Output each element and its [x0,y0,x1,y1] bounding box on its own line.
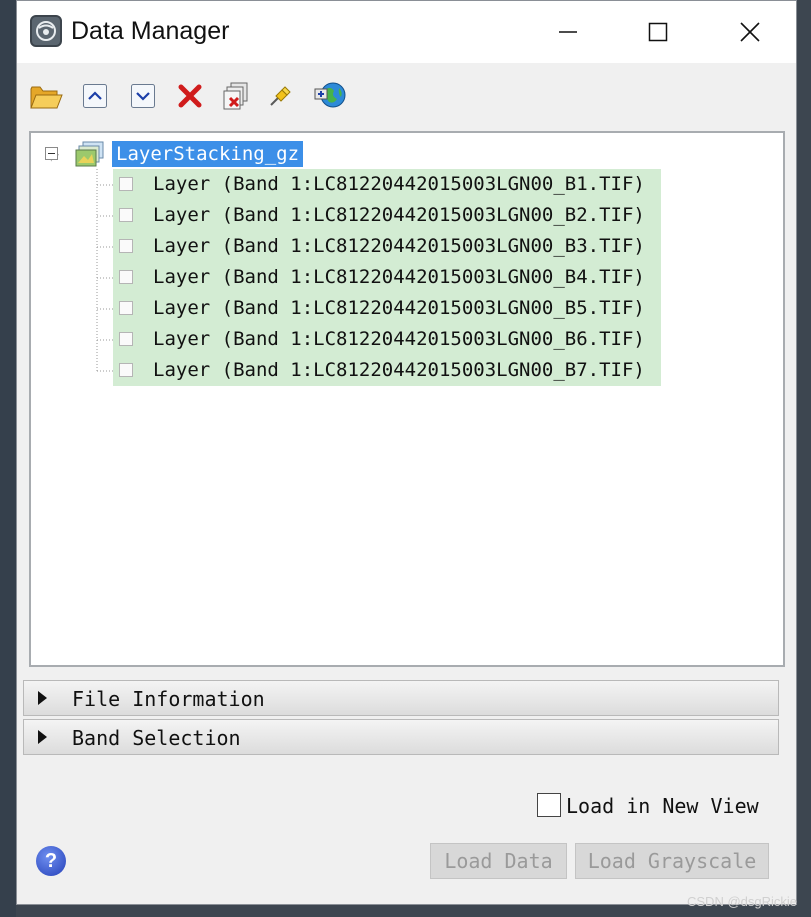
watermark-text: CSDN @dsgRickie [687,894,797,909]
file-information-section[interactable]: File Information [23,680,779,716]
minimize-icon [559,31,577,33]
band-selection-section[interactable]: Band Selection [23,719,779,755]
move-up-button[interactable] [78,79,112,113]
layer-checkbox[interactable] [119,363,133,377]
expand-arrow-icon [38,730,47,744]
layer-item[interactable]: Layer (Band 1:LC81220442015003LGN00_B7.T… [113,355,661,386]
layer-item[interactable]: Layer (Band 1:LC81220442015003LGN00_B6.T… [113,324,661,355]
desktop-background [0,0,16,917]
layer-label: Layer (Band 1:LC81220442015003LGN00_B4.T… [153,266,645,288]
expand-arrow-icon [38,691,47,705]
window-title: Data Manager [71,17,230,45]
load-in-new-view-label: Load in New View [566,794,759,818]
load-data-button[interactable]: Load Data [430,843,567,879]
pin-icon [270,86,291,106]
tree-root-label[interactable]: LayerStacking_gz [112,141,304,167]
new-view-button[interactable] [313,79,347,113]
section-label: Band Selection [72,726,241,750]
layer-checkbox[interactable] [119,239,133,253]
layer-tree-panel: LayerStacking_gz Layer (Band 1:LC8122044… [29,131,785,667]
load-grayscale-button[interactable]: Load Grayscale [575,843,769,879]
section-label: File Information [72,687,265,711]
layer-item[interactable]: Layer (Band 1:LC81220442015003LGN00_B5.T… [113,293,661,324]
layer-checkbox[interactable] [119,270,133,284]
open-folder-icon [30,86,63,109]
close-button[interactable] [719,11,781,53]
move-up-icon [83,84,107,108]
layer-label: Layer (Band 1:LC81220442015003LGN00_B3.T… [153,235,645,257]
close-all-icon [223,82,248,110]
close-all-button[interactable] [220,79,254,113]
maximize-button[interactable] [627,11,689,53]
minimize-button[interactable] [537,11,599,53]
open-file-button[interactable] [29,79,63,113]
load-in-new-view-checkbox[interactable] [537,793,561,817]
tree-connector-lines [50,153,117,372]
layer-label: Layer (Band 1:LC81220442015003LGN00_B1.T… [153,173,645,195]
maximize-icon [648,22,668,42]
new-view-globe-icon [314,82,346,108]
layer-item[interactable]: Layer (Band 1:LC81220442015003LGN00_B1.T… [113,169,661,200]
close-icon [740,22,760,42]
layer-checkbox[interactable] [119,208,133,222]
collapse-toggle[interactable] [45,147,58,160]
move-down-icon [131,84,155,108]
layer-item[interactable]: Layer (Band 1:LC81220442015003LGN00_B2.T… [113,200,661,231]
layer-item[interactable]: Layer (Band 1:LC81220442015003LGN00_B3.T… [113,231,661,262]
layer-label: Layer (Band 1:LC81220442015003LGN00_B7.T… [153,359,645,381]
help-icon[interactable]: ? [36,846,66,876]
layer-label: Layer (Band 1:LC81220442015003LGN00_B6.T… [153,328,645,350]
layer-item[interactable]: Layer (Band 1:LC81220442015003LGN00_B4.T… [113,262,661,293]
data-manager-window: Data Manager LayerStacking_gz Layer (Ban… [16,0,797,905]
pin-button[interactable] [263,79,297,113]
remove-button[interactable] [173,79,207,113]
layer-checkbox[interactable] [119,332,133,346]
layer-label: Layer (Band 1:LC81220442015003LGN00_B5.T… [153,297,645,319]
app-icon [30,15,62,47]
layer-checkbox[interactable] [119,301,133,315]
remove-icon [178,84,202,108]
raster-stack-icon [75,141,105,167]
layer-checkbox[interactable] [119,177,133,191]
layer-label: Layer (Band 1:LC81220442015003LGN00_B2.T… [153,204,645,226]
move-down-button[interactable] [126,79,160,113]
toolbar [17,73,796,121]
title-bar: Data Manager [17,1,796,63]
